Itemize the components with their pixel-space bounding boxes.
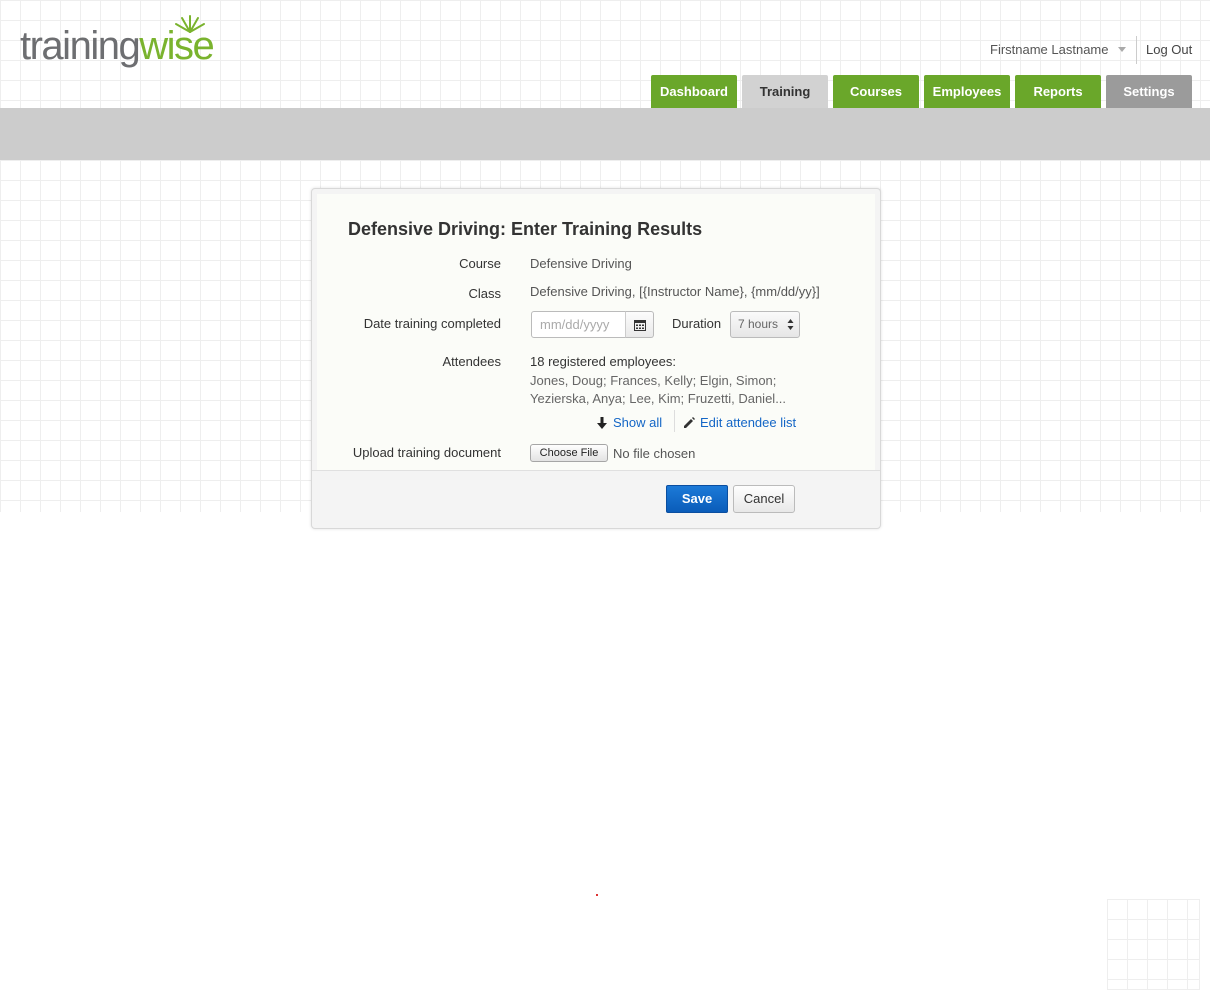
class-label: Class bbox=[468, 286, 501, 301]
edit-attendee-label: Edit attendee list bbox=[700, 415, 797, 430]
trainingwise-logo[interactable]: trainingwise bbox=[20, 12, 230, 68]
tab-training[interactable]: Training bbox=[742, 75, 828, 108]
sub-navigation-bar bbox=[0, 108, 1210, 160]
no-file-status: No file chosen bbox=[613, 446, 696, 461]
cancel-button[interactable]: Cancel bbox=[733, 485, 795, 513]
select-arrows-icon bbox=[787, 319, 794, 330]
choose-file-button[interactable]: Choose File bbox=[530, 444, 608, 462]
course-value: Defensive Driving bbox=[530, 256, 632, 271]
course-label: Course bbox=[459, 256, 501, 271]
duration-select[interactable]: 7 hours bbox=[730, 311, 800, 338]
show-all-label: Show all bbox=[613, 415, 663, 430]
date-completed-input[interactable] bbox=[531, 311, 626, 338]
link-divider bbox=[674, 410, 675, 432]
logout-link[interactable]: Log Out bbox=[1146, 42, 1192, 57]
duration-label: Duration bbox=[672, 316, 722, 331]
attendees-label: Attendees bbox=[442, 354, 501, 369]
show-all-link[interactable]: Show all bbox=[597, 415, 662, 430]
user-menu[interactable]: Firstname Lastname bbox=[990, 42, 1126, 57]
edit-attendee-list-link[interactable]: Edit attendee list bbox=[683, 415, 796, 430]
save-button[interactable]: Save bbox=[666, 485, 728, 513]
duration-value: 7 hours bbox=[738, 317, 779, 331]
dialog-body: Defensive Driving: Enter Training Result… bbox=[317, 194, 875, 470]
stray-dot bbox=[596, 894, 598, 896]
date-completed-label: Date training completed bbox=[363, 316, 501, 331]
logo-spark-icon bbox=[175, 15, 205, 33]
tab-employees[interactable]: Employees bbox=[924, 75, 1010, 108]
dialog-footer-divider bbox=[312, 470, 880, 471]
enter-training-results-dialog: Defensive Driving: Enter Training Result… bbox=[311, 188, 881, 529]
class-value: Defensive Driving, [{Instructor Name}, {… bbox=[530, 284, 820, 299]
chevron-down-icon[interactable] bbox=[1117, 47, 1126, 52]
main-nav-tabs: Dashboard Training Courses Employees Rep… bbox=[651, 75, 1197, 108]
calendar-icon bbox=[633, 319, 646, 331]
tab-settings[interactable]: Settings bbox=[1106, 75, 1192, 108]
tab-dashboard[interactable]: Dashboard bbox=[651, 75, 737, 108]
dialog-title: Defensive Driving: Enter Training Result… bbox=[348, 219, 703, 239]
pencil-icon bbox=[684, 416, 695, 428]
grid-corner-decoration bbox=[1107, 899, 1200, 990]
header-divider bbox=[1136, 36, 1137, 64]
attendees-list: Jones, Doug; Frances, Kelly; Elgin, Simo… bbox=[530, 373, 787, 406]
arrow-down-icon bbox=[597, 416, 607, 429]
attendees-count: 18 registered employees: bbox=[530, 354, 676, 369]
tab-courses[interactable]: Courses bbox=[833, 75, 919, 108]
upload-document-label: Upload training document bbox=[352, 445, 501, 460]
user-name[interactable]: Firstname Lastname bbox=[990, 42, 1109, 57]
calendar-button[interactable] bbox=[625, 311, 654, 338]
tab-reports[interactable]: Reports bbox=[1015, 75, 1101, 108]
